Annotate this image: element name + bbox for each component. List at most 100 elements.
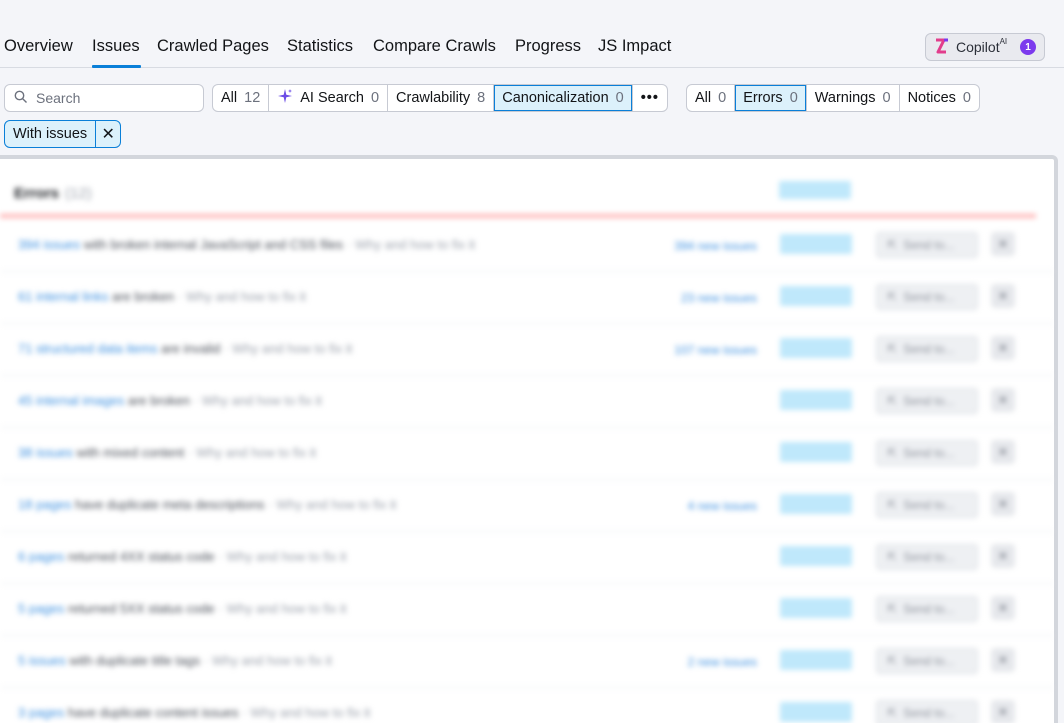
category-ai-search[interactable]: AI Search 0 — [269, 85, 389, 111]
tab-overview[interactable]: Overview — [4, 37, 73, 56]
send-to-button[interactable]: ⇱ Send to... — [876, 284, 978, 310]
row-issue-link[interactable]: 5 pages — [18, 601, 64, 616]
row-trend-pill — [780, 286, 852, 306]
tab-statistics[interactable]: Statistics — [287, 37, 353, 56]
category-crawlability-count: 8 — [477, 90, 486, 106]
row-help-link[interactable]: · Why and how to fix it — [219, 601, 347, 616]
send-to-label: Send to... — [903, 446, 955, 460]
row-description: returned 5XX status code — [67, 601, 215, 616]
send-icon: ⇱ — [887, 550, 898, 564]
close-icon[interactable]: ✕ — [991, 232, 1015, 256]
search-placeholder: Search — [36, 90, 81, 106]
row-help-link[interactable]: · Why and how to fix it — [194, 393, 322, 408]
row-new-issues-link[interactable]: 2 new issues — [688, 655, 757, 669]
severity-errors[interactable]: Errors 0 — [735, 85, 807, 111]
row-issue-link[interactable]: 6 pages — [18, 549, 64, 564]
tab-compare-crawls[interactable]: Compare Crawls — [373, 37, 496, 56]
category-crawlability-label: Crawlability — [396, 90, 471, 106]
category-canonicalization[interactable]: Canonicalization 0 — [494, 85, 633, 111]
panel-title: Errors (12) — [14, 185, 92, 202]
row-issue-link[interactable]: 394 issues — [18, 237, 80, 252]
row-help-link[interactable]: · Why and how to fix it — [224, 341, 352, 356]
send-to-button[interactable]: ⇱ Send to... — [876, 388, 978, 414]
row-help-link[interactable]: · Why and how to fix it — [188, 445, 316, 460]
panel-header: Errors (12) — [0, 159, 1054, 217]
category-ai-search-count: 0 — [370, 90, 380, 106]
severity-warnings-label: Warnings — [814, 90, 876, 106]
row-description: are invalid — [161, 341, 221, 356]
close-icon[interactable]: ✕ — [991, 284, 1015, 308]
row-trend-pill — [780, 598, 852, 618]
row-description: have duplicate content issues — [67, 705, 239, 720]
row-issue-link[interactable]: 38 issues — [18, 445, 73, 460]
row-help-link[interactable]: · Why and how to fix it — [347, 237, 475, 252]
tab-progress[interactable]: Progress — [515, 37, 581, 56]
row-trend-pill — [780, 702, 852, 722]
row-issue-link[interactable]: 61 internal links — [18, 289, 108, 304]
row-description: are broken — [111, 289, 175, 304]
row-trend-pill — [780, 650, 852, 670]
tab-crawled-pages[interactable]: Crawled Pages — [157, 37, 269, 56]
row-issue-link[interactable]: 5 issues — [18, 653, 66, 668]
send-to-button[interactable]: ⇱ Send to... — [876, 336, 978, 362]
send-to-label: Send to... — [903, 238, 955, 252]
close-icon[interactable]: ✕ — [991, 336, 1015, 360]
row-issue-link[interactable]: 18 pages — [18, 497, 72, 512]
row-help-link[interactable]: · Why and how to fix it — [178, 289, 306, 304]
table-row: 71 structured data items are invalid · Wh… — [0, 324, 1054, 376]
category-all[interactable]: All 12 — [213, 85, 270, 111]
row-issue-link[interactable]: 71 structured data items — [18, 341, 157, 356]
row-new-issues-link[interactable]: 23 new issues — [681, 291, 757, 305]
severity-notices-count: 0 — [962, 90, 971, 106]
row-new-issues-link[interactable]: 107 new issues — [674, 343, 757, 357]
more-categories-button[interactable]: ••• — [633, 85, 667, 111]
send-to-button[interactable]: ⇱ Send to... — [876, 492, 978, 518]
row-help-link[interactable]: · Why and how to fix it — [268, 497, 396, 512]
copilot-button[interactable]: CopilotAI 1 — [925, 33, 1045, 61]
close-icon[interactable]: ✕ — [991, 492, 1015, 516]
severity-all-count: 0 — [718, 90, 727, 106]
severity-warnings-count: 0 — [882, 90, 891, 106]
send-to-button[interactable]: ⇱ Send to... — [876, 648, 978, 674]
close-icon[interactable]: ✕ — [991, 596, 1015, 620]
search-input[interactable]: Search — [4, 84, 204, 112]
tab-js-impact[interactable]: JS Impact — [598, 37, 671, 56]
row-text: 6 pages returned 4XX status code · Why an… — [18, 549, 346, 564]
send-to-button[interactable]: ⇱ Send to... — [876, 544, 978, 570]
send-to-button[interactable]: ⇱ Send to... — [876, 440, 978, 466]
row-help-link[interactable]: · Why and how to fix it — [204, 653, 332, 668]
close-icon[interactable]: ✕ — [991, 648, 1015, 672]
send-to-button[interactable]: ⇱ Send to... — [876, 596, 978, 622]
table-row: 5 issues with duplicate title tags · Why … — [0, 636, 1054, 688]
severity-notices[interactable]: Notices 0 — [900, 85, 979, 111]
send-to-button[interactable]: ⇱ Send to... — [876, 700, 978, 723]
category-crawlability[interactable]: Crawlability 8 — [388, 85, 495, 111]
send-icon: ⇱ — [887, 290, 898, 304]
category-all-label: All — [221, 90, 238, 106]
row-text: 3 pages have duplicate content issues · W… — [18, 705, 370, 720]
row-help-link[interactable]: · Why and how to fix it — [242, 705, 370, 720]
search-icon — [14, 90, 28, 107]
close-icon[interactable]: ✕ — [991, 544, 1015, 568]
send-to-label: Send to... — [903, 602, 955, 616]
copilot-badge: 1 — [1020, 39, 1036, 55]
row-issue-link[interactable]: 45 internal images — [18, 393, 124, 408]
close-icon[interactable]: ✕ — [991, 388, 1015, 412]
row-trend-pill — [780, 494, 852, 514]
close-icon[interactable]: ✕ — [991, 440, 1015, 464]
close-icon[interactable]: ✕ — [96, 121, 120, 147]
close-icon[interactable]: ✕ — [991, 700, 1015, 723]
copilot-label: Copilot — [956, 39, 1000, 55]
sparkle-icon — [277, 88, 293, 108]
severity-warnings[interactable]: Warnings 0 — [807, 85, 900, 111]
row-new-issues-link[interactable]: 4 new issues — [688, 499, 757, 513]
with-issues-chip: With issues ✕ — [4, 120, 122, 148]
send-to-button[interactable]: ⇱ Send to... — [876, 232, 978, 258]
severity-all[interactable]: All 0 — [687, 85, 736, 111]
tab-issues[interactable]: Issues — [92, 37, 140, 56]
row-text: 18 pages have duplicate meta description… — [18, 497, 396, 512]
row-new-issues-link[interactable]: 394 new issues — [674, 239, 757, 253]
row-help-link[interactable]: · Why and how to fix it — [219, 549, 347, 564]
row-issue-link[interactable]: 3 pages — [18, 705, 64, 720]
with-issues-chip-label: With issues — [5, 121, 97, 147]
